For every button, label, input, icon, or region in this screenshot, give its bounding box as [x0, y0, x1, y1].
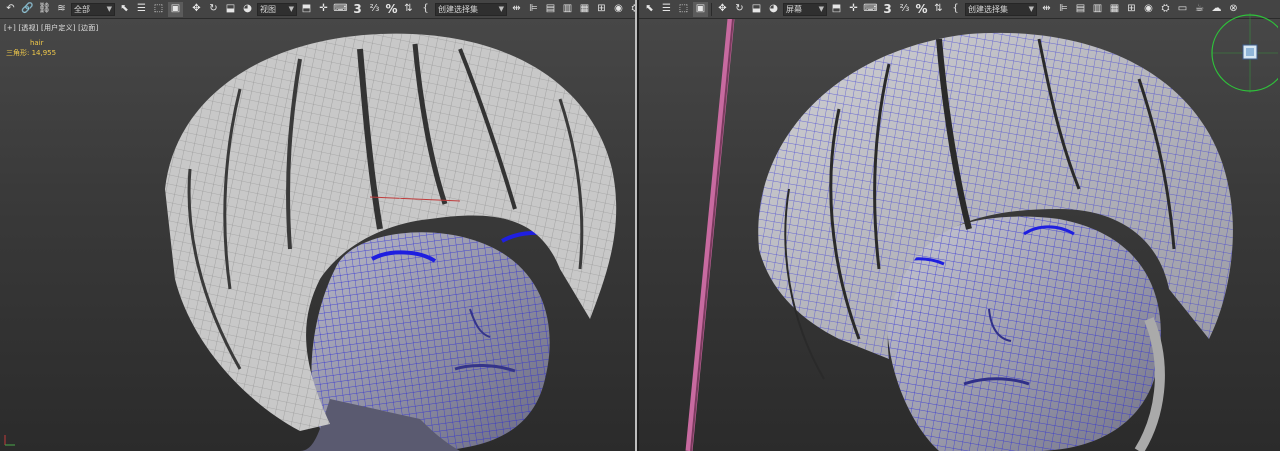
- mirror-icon[interactable]: ⇹: [509, 2, 524, 17]
- rotate-icon[interactable]: ↻: [732, 2, 747, 17]
- axis-tripod-icon: [4, 435, 15, 446]
- select-arrow-icon[interactable]: ⬉: [117, 2, 132, 17]
- schematic-view-icon[interactable]: ⊞: [594, 2, 609, 17]
- layer-manager-icon[interactable]: ▤: [543, 2, 558, 17]
- rect-selection-icon[interactable]: ⬚: [151, 2, 166, 17]
- keyboard-shortcut-icon[interactable]: ⌨: [333, 2, 348, 17]
- select-by-name-icon[interactable]: ☰: [659, 2, 674, 17]
- percent-snap-icon[interactable]: %: [384, 2, 399, 17]
- select-by-name-icon[interactable]: ☰: [134, 2, 149, 17]
- view-cube-icon[interactable]: [1188, 9, 1278, 119]
- chevron-down-icon: ▼: [288, 5, 294, 13]
- pivot-center-icon[interactable]: ⬒: [299, 2, 314, 17]
- select-arrow-icon[interactable]: ⬉: [642, 2, 657, 17]
- chevron-down-icon: ▼: [106, 5, 112, 13]
- window-crossing-icon[interactable]: ▣: [693, 1, 708, 17]
- scene-explorer-icon[interactable]: ▥: [1090, 2, 1105, 17]
- curve-editor-icon[interactable]: ▦: [577, 2, 592, 17]
- chevron-down-icon: ▼: [818, 5, 824, 13]
- spinner-snap-icon[interactable]: ⇅: [931, 2, 946, 17]
- keyboard-shortcut-icon[interactable]: ⌨: [863, 2, 878, 17]
- right-viewport-panel: ⬉ ☰ ⬚ ▣ ✥ ↻ ⬓ ◕ 屏幕 ▼ ⬒ ✛ ⌨ 3 ⅔ % ⇅ { 创建选择…: [639, 0, 1280, 451]
- named-selection-dropdown[interactable]: 创建选择集 ▼: [435, 2, 507, 16]
- triangle-count-stat: 三角形: 14,955: [6, 48, 56, 58]
- scale-icon[interactable]: ⬓: [749, 2, 764, 17]
- move-icon[interactable]: ✥: [189, 2, 204, 17]
- schematic-view-icon[interactable]: ⊞: [1124, 2, 1139, 17]
- face-hair-shaded-render: [685, 19, 1233, 451]
- named-selection-value: 创建选择集: [438, 4, 478, 14]
- selected-object-name: hair: [30, 39, 44, 47]
- named-selection-value: 创建选择集: [968, 4, 1008, 14]
- snap-toggle-icon[interactable]: 3: [350, 2, 365, 17]
- reference-coordinate-dropdown[interactable]: 视图 ▼: [257, 2, 297, 16]
- percent-snap-icon[interactable]: %: [914, 2, 929, 17]
- select-manipulate-icon[interactable]: ✛: [846, 2, 861, 17]
- viewport-label[interactable]: [+] [透视] [用户定义] [边面]: [4, 23, 98, 33]
- align-icon[interactable]: ⊫: [526, 2, 541, 17]
- triangle-count-value: 14,955: [31, 49, 57, 57]
- link-icon[interactable]: 🔗: [20, 2, 35, 17]
- edit-named-selection-icon[interactable]: {: [948, 2, 963, 17]
- curve-editor-icon[interactable]: ▦: [1107, 2, 1122, 17]
- placement-icon[interactable]: ◕: [240, 2, 255, 17]
- main-toolbar-right: ⬉ ☰ ⬚ ▣ ✥ ↻ ⬓ ◕ 屏幕 ▼ ⬒ ✛ ⌨ 3 ⅔ % ⇅ { 创建选择…: [639, 0, 1280, 19]
- left-viewport-panel: ↶ 🔗 ⛓ ≋ 全部 ▼ ⬉ ☰ ⬚ ▣ ✥ ↻ ⬓ ◕ 视图 ▼ ⬒ ✛ ⌨ 3 …: [0, 0, 637, 451]
- unlink-icon[interactable]: ⛓: [37, 2, 52, 17]
- align-icon[interactable]: ⊫: [1056, 2, 1071, 17]
- triangle-count-label: 三角形:: [6, 49, 30, 57]
- rotate-icon[interactable]: ↻: [206, 2, 221, 17]
- selection-filter-dropdown[interactable]: 全部 ▼: [71, 2, 115, 16]
- named-selection-dropdown[interactable]: 创建选择集 ▼: [965, 2, 1037, 16]
- edit-named-selection-icon[interactable]: {: [418, 2, 433, 17]
- hair-wireframe-render: [165, 33, 617, 451]
- reference-coordinate-dropdown[interactable]: 屏幕 ▼: [783, 2, 827, 16]
- undo-icon[interactable]: ↶: [3, 2, 18, 17]
- layer-manager-icon[interactable]: ▤: [1073, 2, 1088, 17]
- perspective-viewport-right[interactable]: [639, 13, 1280, 451]
- selection-filter-value: 全部: [74, 4, 90, 14]
- material-editor-icon[interactable]: ◉: [1141, 2, 1156, 17]
- scene-explorer-icon[interactable]: ▥: [560, 2, 575, 17]
- spinner-snap-icon[interactable]: ⇅: [401, 2, 416, 17]
- rect-selection-icon[interactable]: ⬚: [676, 2, 691, 17]
- mirror-icon[interactable]: ⇹: [1039, 2, 1054, 17]
- main-toolbar-left: ↶ 🔗 ⛓ ≋ 全部 ▼ ⬉ ☰ ⬚ ▣ ✥ ↻ ⬓ ◕ 视图 ▼ ⬒ ✛ ⌨ 3 …: [0, 0, 635, 19]
- scale-icon[interactable]: ⬓: [223, 2, 238, 17]
- bind-space-warp-icon[interactable]: ≋: [54, 2, 69, 17]
- select-manipulate-icon[interactable]: ✛: [316, 2, 331, 17]
- pivot-center-icon[interactable]: ⬒: [829, 2, 844, 17]
- reference-coordinate-value: 视图: [260, 4, 276, 14]
- snap-toggle-icon[interactable]: 3: [880, 2, 895, 17]
- chevron-down-icon: ▼: [1028, 5, 1034, 13]
- toolbar-divider: [711, 2, 712, 16]
- render-setup-icon[interactable]: ⛭: [1158, 2, 1173, 17]
- placement-icon[interactable]: ◕: [766, 2, 781, 17]
- material-editor-icon[interactable]: ◉: [611, 2, 626, 17]
- reference-coordinate-value: 屏幕: [786, 4, 802, 14]
- perspective-viewport-left[interactable]: [+] [透视] [用户定义] [边面] hair 三角形: 14,955: [0, 19, 635, 451]
- window-crossing-icon[interactable]: ▣: [168, 1, 183, 17]
- move-icon[interactable]: ✥: [715, 2, 730, 17]
- angle-snap-icon[interactable]: ⅔: [367, 2, 382, 17]
- render-setup-icon[interactable]: ⛭: [628, 2, 636, 17]
- angle-snap-icon[interactable]: ⅔: [897, 2, 912, 17]
- chevron-down-icon: ▼: [498, 5, 504, 13]
